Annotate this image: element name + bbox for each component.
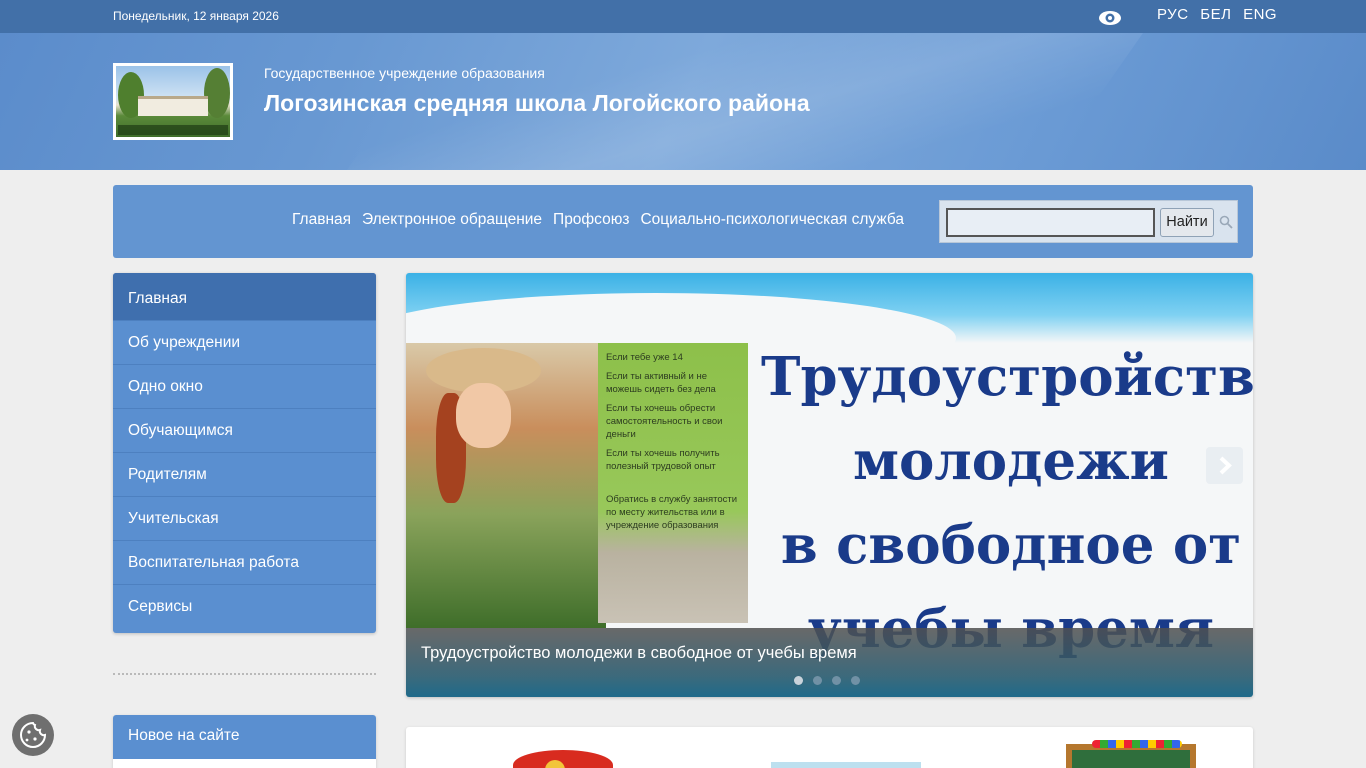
- search-form: Найти: [939, 200, 1238, 243]
- sidebar-item-parents[interactable]: Родителям: [113, 453, 376, 497]
- sidebar-menu: Главная Об учреждении Одно окно Обучающи…: [113, 273, 376, 633]
- slide-heading-line: молодежи: [853, 430, 1169, 492]
- school-photo: [116, 66, 230, 137]
- sidebar-item-one-window[interactable]: Одно окно: [113, 365, 376, 409]
- nav-menu: Главная Электронное обращение Профсоюз С…: [292, 211, 904, 229]
- sidebar-item-students[interactable]: Обучающимся: [113, 409, 376, 453]
- slide-photo-part: [456, 383, 511, 448]
- slide-info-text: Если тебе уже 14 Если ты активный и не м…: [606, 351, 742, 538]
- nav-item-union[interactable]: Профсоюз: [553, 211, 629, 229]
- slide-heading-line: Трудоустройство: [761, 346, 1253, 408]
- lang-by[interactable]: БЕЛ: [1200, 6, 1231, 23]
- sidebar-item-services[interactable]: Сервисы: [113, 585, 376, 629]
- new-on-site-title: Новое на сайте: [113, 715, 376, 759]
- current-date: Понедельник, 12 января 2026: [113, 9, 279, 23]
- banner-emblem[interactable]: [513, 750, 613, 768]
- slide-caption-text[interactable]: Трудоустройство молодежи в свободное от …: [421, 644, 857, 663]
- search-button[interactable]: Найти: [1160, 208, 1214, 237]
- site-title[interactable]: Логозинская средняя школа Логойского рай…: [264, 90, 810, 117]
- slide-panel-line: Если ты хочешь обрести самостоятельность…: [606, 403, 723, 440]
- lang-en[interactable]: ENG: [1243, 6, 1277, 23]
- site-header: Государственное учреждение образования Л…: [0, 33, 1366, 170]
- main-nav: Главная Электронное обращение Профсоюз С…: [113, 185, 1253, 258]
- header-subtitle: Государственное учреждение образования: [264, 65, 545, 81]
- school-logo[interactable]: [113, 63, 233, 140]
- slide-heading: Трудоустройство молодежи в свободное от …: [761, 335, 1253, 671]
- banner-board[interactable]: [1066, 740, 1196, 768]
- slide-heading-line: в свободное от: [780, 514, 1242, 576]
- sidebar-item-education-work[interactable]: Воспитательная работа: [113, 541, 376, 585]
- lang-ru[interactable]: РУС: [1157, 6, 1189, 23]
- new-on-site-block: Новое на сайте: [113, 715, 376, 768]
- slider-next-button[interactable]: [1206, 447, 1243, 484]
- pager-dot[interactable]: [794, 676, 803, 685]
- nav-item-psych-service[interactable]: Социально-психологическая служба: [640, 211, 904, 229]
- cookie-icon: [20, 721, 47, 748]
- nav-item-home[interactable]: Главная: [292, 211, 351, 229]
- pager-dot[interactable]: [832, 676, 841, 685]
- pager-dot[interactable]: [813, 676, 822, 685]
- banner-strip: [406, 727, 1253, 768]
- sidebar-item-teachers[interactable]: Учительская: [113, 497, 376, 541]
- chevron-right-icon: [1219, 456, 1232, 475]
- nav-item-e-appeal[interactable]: Электронное обращение: [362, 211, 542, 229]
- slide-panel-line: Обратись в службу занятости по месту жит…: [606, 494, 738, 531]
- search-input[interactable]: [946, 208, 1155, 237]
- search-icon[interactable]: [1219, 215, 1233, 229]
- slider-pager: [794, 676, 860, 685]
- slide-caption[interactable]: Трудоустройство молодежи в свободное от …: [406, 628, 1253, 697]
- sidebar-item-home[interactable]: Главная: [113, 273, 376, 321]
- language-switcher: РУС БЕЛ ENG: [1157, 6, 1284, 23]
- cookie-settings-button[interactable]: [12, 714, 54, 756]
- pager-dot[interactable]: [851, 676, 860, 685]
- banner-image[interactable]: [771, 762, 921, 768]
- sidebar-item-about[interactable]: Об учреждении: [113, 321, 376, 365]
- slide-panel-line: Если тебе уже 14: [606, 352, 683, 363]
- news-slider[interactable]: Если тебе уже 14 Если ты активный и не м…: [406, 273, 1253, 697]
- slide-panel-line: Если ты активный и не можешь сидеть без …: [606, 371, 716, 395]
- divider: [113, 673, 376, 675]
- eye-icon[interactable]: [1098, 9, 1122, 27]
- top-bar: Понедельник, 12 января 2026 РУС БЕЛ ENG: [0, 0, 1366, 33]
- slide-panel-line: Если ты хочешь получить полезный трудово…: [606, 448, 720, 472]
